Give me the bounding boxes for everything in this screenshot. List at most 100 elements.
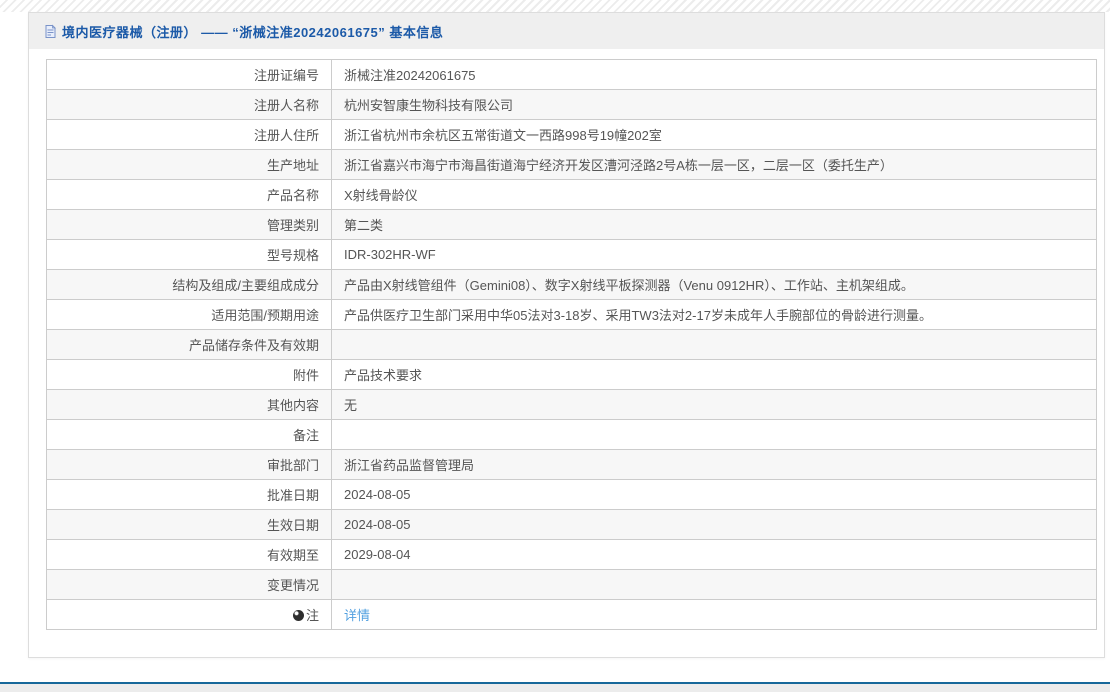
- row-label-text: 注册人名称: [253, 98, 319, 113]
- row-value: 浙江省药品监督管理局: [331, 449, 1097, 480]
- table-row: 注 详情: [46, 599, 1097, 630]
- row-label: 注册人住所: [46, 119, 332, 150]
- table-row: 批准日期 2024-08-05: [46, 479, 1097, 510]
- row-label-text: 批准日期: [266, 488, 319, 503]
- row-label: 注: [46, 599, 332, 630]
- row-label-text: 注: [305, 608, 319, 623]
- row-label-text: 生产地址: [266, 158, 319, 173]
- table-row: 变更情况: [46, 569, 1097, 600]
- table-row: 产品名称 X射线骨龄仪: [46, 179, 1097, 210]
- row-label-text: 有效期至: [266, 548, 319, 563]
- row-value: 产品技术要求: [331, 359, 1097, 390]
- row-value: [331, 419, 1097, 450]
- row-value: 2029-08-04: [331, 539, 1097, 570]
- row-label-text: 附件: [292, 368, 319, 383]
- row-value-text: 产品供医疗卫生部门采用中华05法对3-18岁、采用TW3法对2-17岁未成年人手…: [344, 308, 932, 323]
- row-label-text: 结构及组成/主要组成成分: [172, 278, 319, 293]
- table-row: 注册人名称 杭州安智康生物科技有限公司: [46, 89, 1097, 120]
- row-value-text: 杭州安智康生物科技有限公司: [344, 98, 514, 113]
- row-label: 型号规格: [46, 239, 332, 270]
- table-row: 备注: [46, 419, 1097, 450]
- table-row: 审批部门 浙江省药品监督管理局: [46, 449, 1097, 480]
- row-label: 产品名称: [46, 179, 332, 210]
- row-label: 管理类别: [46, 209, 332, 240]
- row-value: 2024-08-05: [331, 479, 1097, 510]
- row-value-text: 2024-08-05: [344, 487, 411, 502]
- row-label-text: 型号规格: [266, 248, 319, 263]
- row-value: 杭州安智康生物科技有限公司: [331, 89, 1097, 120]
- row-label: 生产地址: [46, 149, 332, 180]
- row-label: 结构及组成/主要组成成分: [46, 269, 332, 300]
- row-value: 浙江省杭州市余杭区五常街道文一西路998号19幢202室: [331, 119, 1097, 150]
- row-label-text: 产品储存条件及有效期: [188, 338, 319, 353]
- table-row: 有效期至 2029-08-04: [46, 539, 1097, 570]
- row-value: X射线骨龄仪: [331, 179, 1097, 210]
- note-icon: [292, 610, 304, 621]
- row-value: 2024-08-05: [331, 509, 1097, 540]
- row-value: 第二类: [331, 209, 1097, 240]
- row-label-text: 注册证编号: [253, 68, 319, 83]
- row-label: 产品储存条件及有效期: [46, 329, 332, 360]
- row-value-text: 无: [344, 398, 358, 413]
- row-label: 附件: [46, 359, 332, 390]
- row-label-text: 生效日期: [266, 518, 319, 533]
- row-value-text: 产品由X射线管组件（Gemini08）、数字X射线平板探测器（Venu 0912…: [344, 278, 914, 293]
- row-value-text: 2024-08-05: [344, 517, 411, 532]
- row-value: [331, 329, 1097, 360]
- row-label-text: 审批部门: [266, 458, 319, 473]
- row-label-text: 适用范围/预期用途: [211, 308, 319, 323]
- row-value-text: 浙械注准20242061675: [344, 68, 476, 83]
- row-label: 审批部门: [46, 449, 332, 480]
- row-value: [331, 569, 1097, 600]
- table-row: 管理类别 第二类: [46, 209, 1097, 240]
- table-row: 附件 产品技术要求: [46, 359, 1097, 390]
- row-value: 详情: [331, 599, 1097, 630]
- row-value-text: 产品技术要求: [344, 368, 423, 383]
- table-row: 型号规格 IDR-302HR-WF: [46, 239, 1097, 270]
- row-label: 有效期至: [46, 539, 332, 570]
- row-value: 产品由X射线管组件（Gemini08）、数字X射线平板探测器（Venu 0912…: [331, 269, 1097, 300]
- row-label: 其他内容: [46, 389, 332, 420]
- row-label-text: 备注: [292, 428, 319, 443]
- table-row: 生产地址 浙江省嘉兴市海宁市海昌街道海宁经济开发区漕河泾路2号A栋一层一区，二层…: [46, 149, 1097, 180]
- row-label-text: 注册人住所: [253, 128, 319, 143]
- table-row: 适用范围/预期用途 产品供医疗卫生部门采用中华05法对3-18岁、采用TW3法对…: [46, 299, 1097, 330]
- table-row: 产品储存条件及有效期: [46, 329, 1097, 360]
- document-icon: [43, 24, 58, 39]
- row-label: 适用范围/预期用途: [46, 299, 332, 330]
- row-label-text: 其他内容: [266, 398, 319, 413]
- row-value: 产品供医疗卫生部门采用中华05法对3-18岁、采用TW3法对2-17岁未成年人手…: [331, 299, 1097, 330]
- table-row: 结构及组成/主要组成成分 产品由X射线管组件（Gemini08）、数字X射线平板…: [46, 269, 1097, 300]
- page-title: 境内医疗器械（注册） —— “浙械注准20242061675” 基本信息: [62, 24, 444, 40]
- row-label-text: 产品名称: [266, 188, 319, 203]
- row-value: IDR-302HR-WF: [331, 239, 1097, 270]
- row-value: 无: [331, 389, 1097, 420]
- row-value-text: 浙江省嘉兴市海宁市海昌街道海宁经济开发区漕河泾路2号A栋一层一区，二层一区（委托…: [344, 158, 893, 173]
- table-row: 注册证编号 浙械注准20242061675: [46, 59, 1097, 90]
- row-value: 浙械注准20242061675: [331, 59, 1097, 90]
- footer-divider: [0, 682, 1110, 692]
- row-value-text: X射线骨龄仪: [344, 188, 418, 203]
- row-label-text: 管理类别: [266, 218, 319, 233]
- row-label-text: 变更情况: [266, 578, 319, 593]
- row-label: 注册证编号: [46, 59, 332, 90]
- table-row: 生效日期 2024-08-05: [46, 509, 1097, 540]
- detail-link[interactable]: 详情: [344, 608, 370, 623]
- row-label: 备注: [46, 419, 332, 450]
- content-panel: 境内医疗器械（注册） —— “浙械注准20242061675” 基本信息 注册证…: [28, 12, 1105, 658]
- row-value-text: 2029-08-04: [344, 547, 411, 562]
- table-row: 注册人住所 浙江省杭州市余杭区五常街道文一西路998号19幢202室: [46, 119, 1097, 150]
- panel-header: 境内医疗器械（注册） —— “浙械注准20242061675” 基本信息: [29, 13, 1104, 49]
- row-value-text: 浙江省杭州市余杭区五常街道文一西路998号19幢202室: [344, 128, 662, 143]
- info-table: 注册证编号 浙械注准20242061675 注册人名称 杭州安智康生物科技有限公…: [46, 59, 1097, 630]
- row-label: 批准日期: [46, 479, 332, 510]
- row-value-text: 浙江省药品监督管理局: [344, 458, 475, 473]
- row-value: 浙江省嘉兴市海宁市海昌街道海宁经济开发区漕河泾路2号A栋一层一区，二层一区（委托…: [331, 149, 1097, 180]
- top-stripe-band: [0, 0, 1110, 12]
- row-value-text: IDR-302HR-WF: [344, 247, 436, 262]
- row-value-text: 第二类: [344, 218, 384, 233]
- row-label: 注册人名称: [46, 89, 332, 120]
- row-label: 变更情况: [46, 569, 332, 600]
- row-label: 生效日期: [46, 509, 332, 540]
- table-row: 其他内容 无: [46, 389, 1097, 420]
